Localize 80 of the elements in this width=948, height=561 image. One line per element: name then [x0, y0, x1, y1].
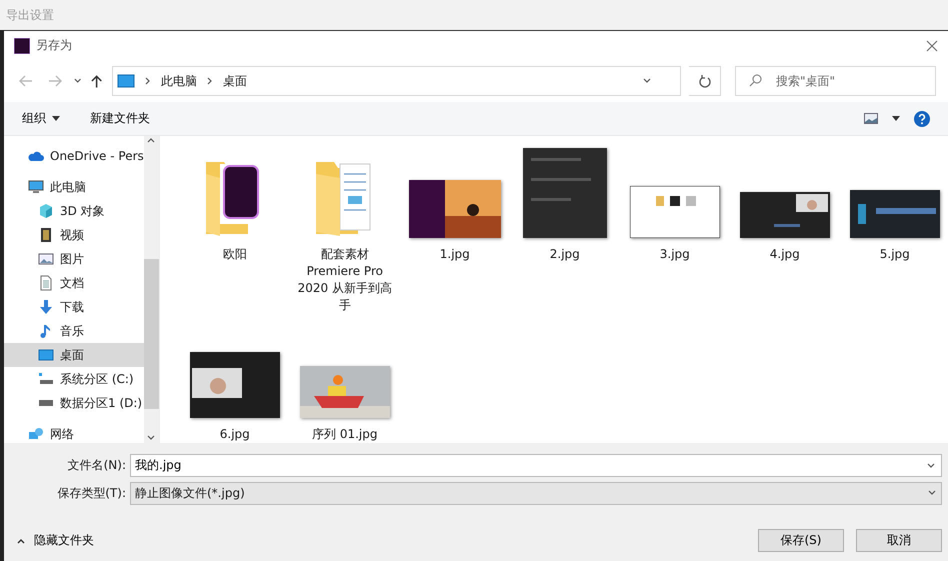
drive-icon [38, 400, 54, 406]
sidebar-item[interactable]: 桌面 [4, 343, 144, 367]
sidebar-item[interactable]: 网络 [4, 422, 144, 443]
sidebar-item[interactable]: 数据分区1 (D:) [4, 391, 144, 415]
window-title: 导出设置 [6, 6, 54, 24]
dialog-title: 另存为 [36, 37, 73, 54]
file-item[interactable]: 2.jpg [510, 148, 620, 314]
network-icon [28, 426, 44, 442]
app-icon [14, 38, 30, 54]
sidebar-item[interactable]: OneDrive - Pers [4, 144, 144, 168]
sidebar-label: 此电脑 [50, 178, 86, 196]
sidebar-label: 文档 [60, 274, 84, 292]
film-icon [38, 227, 54, 243]
system-drive-icon [38, 371, 54, 387]
save-button[interactable]: 保存(S) [758, 529, 844, 552]
file-item[interactable]: 5.jpg [840, 148, 948, 314]
file-name: 6.jpg [218, 426, 251, 443]
scrollbar[interactable] [144, 136, 159, 443]
file-item[interactable]: 4.jpg [730, 148, 840, 314]
file-name: 5.jpg [878, 246, 911, 263]
sidebar-item[interactable]: 视频 [4, 223, 144, 247]
sidebar-label: 桌面 [60, 346, 84, 364]
file-name: 序列 01.jpg [311, 426, 378, 443]
desktop-icon [116, 74, 135, 88]
sidebar-label: 3D 对象 [60, 202, 105, 220]
file-name: 3.jpg [658, 246, 691, 263]
search-icon [749, 74, 762, 87]
sidebar-item[interactable]: 音乐 [4, 319, 144, 343]
view-icon[interactable] [864, 113, 878, 124]
file-name: 2.jpg [548, 246, 581, 263]
toolbar-button[interactable]: 新建文件夹 [90, 110, 150, 127]
breadcrumb[interactable]: 桌面 [222, 72, 247, 90]
cancel-button[interactable]: 取消 [856, 529, 942, 552]
file-item[interactable]: 配套素材 Premiere Pro 2020 从新手到高手 [290, 148, 400, 314]
sidebar-label: 网络 [50, 426, 74, 442]
document-icon [38, 275, 54, 291]
refresh-icon [698, 74, 711, 88]
sidebar-item[interactable]: 此电脑 [4, 175, 144, 199]
file-name: 配套素材 Premiere Pro 2020 从新手到高手 [296, 246, 393, 314]
file-item[interactable]: 序列 01.jpg [290, 328, 400, 443]
cube-icon [38, 203, 54, 219]
save-type-dropdown[interactable]: 静止图像文件(*.jpg) [130, 482, 942, 504]
file-name-field[interactable]: 我的.jpg [130, 454, 942, 476]
organize-menu[interactable]: 组织 [22, 110, 60, 127]
down-arrow-icon [38, 299, 54, 315]
caret-icon [52, 116, 60, 121]
sidebar-label: 图片 [60, 250, 84, 268]
sidebar-label: OneDrive - Pers [50, 149, 144, 163]
close-icon[interactable] [926, 40, 938, 52]
sidebar-item[interactable]: 文档 [4, 271, 144, 295]
up-arrow-icon[interactable] [90, 74, 102, 88]
file-item[interactable]: 1.jpg [400, 148, 510, 314]
file-item[interactable]: 6.jpg [180, 328, 290, 443]
sidebar-label: 下载 [60, 298, 84, 316]
sidebar-item[interactable]: 系统分区 (C:) [4, 367, 144, 391]
desktop-icon [38, 347, 54, 363]
monitor-icon [28, 179, 44, 195]
search-field[interactable]: 搜索"桌面" [735, 66, 936, 96]
dropdown-icon [926, 460, 936, 470]
file-item[interactable]: 3.jpg [620, 148, 730, 314]
sidebar-label: 系统分区 (C:) [60, 370, 134, 388]
file-name: 欧阳 [222, 246, 248, 263]
file-item[interactable]: 欧阳 [180, 148, 290, 314]
sidebar-label: 音乐 [60, 322, 84, 340]
address-bar[interactable]: 此电脑 桌面 [112, 66, 682, 96]
save-type-label: 保存类型(T): [56, 484, 127, 502]
caret-icon[interactable] [892, 116, 900, 121]
breadcrumb[interactable]: 此电脑 [160, 72, 197, 90]
file-name: 1.jpg [438, 246, 471, 263]
help-icon[interactable] [914, 110, 930, 126]
sidebar-label: 数据分区1 (D:) [60, 394, 142, 412]
hide-folders-toggle[interactable]: 隐藏文件夹 [16, 532, 94, 549]
refresh-button[interactable] [689, 66, 722, 96]
file-name-label: 文件名(N): [66, 456, 127, 474]
sidebar-item[interactable]: 图片 [4, 247, 144, 271]
sidebar-item[interactable]: 3D 对象 [4, 199, 144, 223]
image-icon [38, 251, 54, 267]
sidebar-item[interactable]: 下载 [4, 295, 144, 319]
file-name: 4.jpg [768, 246, 801, 263]
sidebar-label: 视频 [60, 226, 84, 244]
